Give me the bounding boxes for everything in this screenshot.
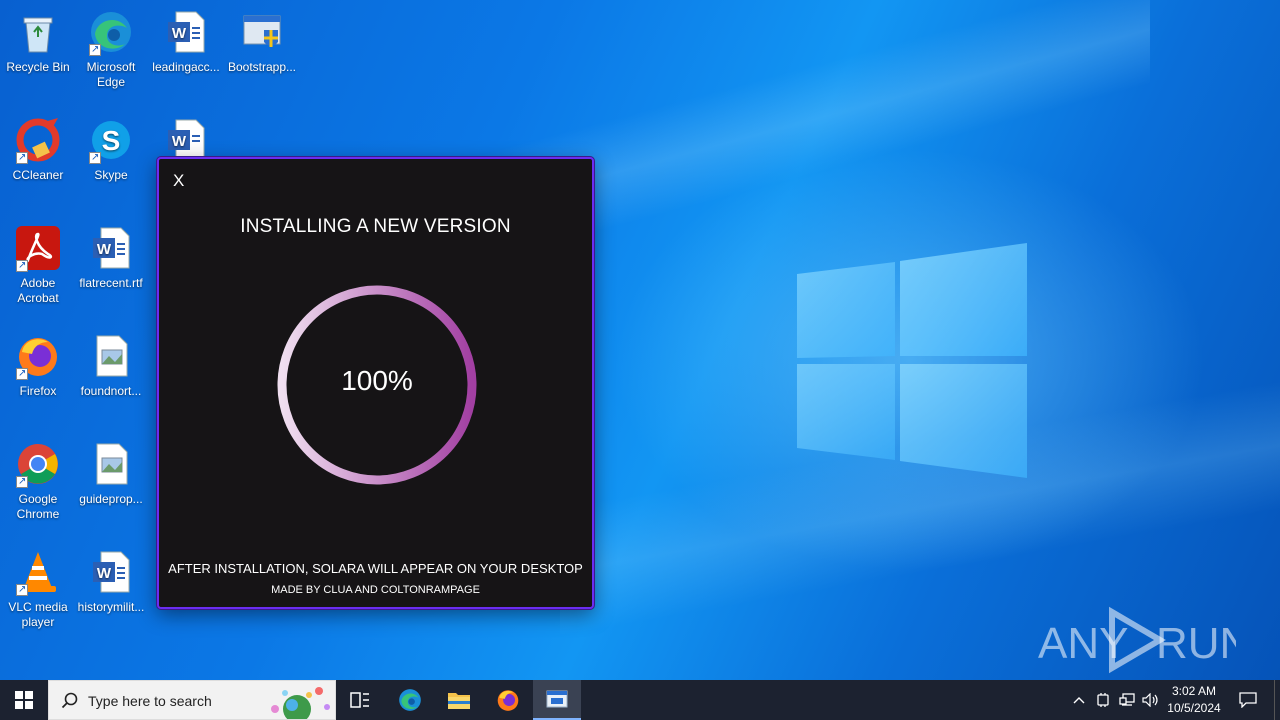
anyrun-watermark: ANY RUN (1038, 606, 1236, 674)
desktop-icon-label: Bootstrapp... (227, 60, 297, 74)
search-icon (61, 692, 78, 709)
windows-start-icon (15, 691, 33, 709)
desktop-icon-label: CCleaner (12, 168, 64, 182)
recycle-bin-icon (14, 8, 62, 56)
search-highlight-illustration (271, 687, 330, 719)
image-file-icon (87, 440, 135, 488)
word-document-icon: W (162, 8, 210, 56)
desktop-icon-edge[interactable]: Microsoft Edge (73, 8, 149, 90)
show-desktop-button[interactable] (1274, 680, 1280, 720)
taskbar: Type here to search 3:02 AM 10/5/2024 (0, 680, 1280, 720)
ccleaner-icon (14, 116, 62, 165)
chevron-up-icon (1073, 697, 1085, 704)
desktop-icon-google-chrome[interactable]: Google Chrome (0, 440, 76, 522)
file-explorer-icon (448, 693, 470, 709)
task-view-button[interactable] (336, 680, 384, 720)
taskbar-firefox-button[interactable] (484, 680, 532, 720)
device-icon (1097, 693, 1109, 707)
task-view-icon (350, 692, 369, 708)
desktop-icon-label: flatrecent.rtf (79, 276, 143, 290)
desktop-icon-recycle-bin[interactable]: Recycle Bin (0, 8, 76, 75)
chrome-icon (14, 440, 62, 489)
svg-text:W: W (172, 25, 187, 42)
desktop-icon-skype[interactable]: S Skype (73, 116, 149, 183)
desktop-icon-label: VLC media player (8, 600, 68, 629)
taskbar-clock[interactable]: 3:02 AM 10/5/2024 (1162, 683, 1226, 717)
installer-dialog: X INSTALLING A NEW VERSION 100% AFTER IN… (157, 157, 594, 609)
taskbar-file-explorer-button[interactable] (435, 680, 483, 720)
desktop-icon-label: guideprop... (79, 492, 143, 506)
edge-icon (87, 8, 135, 57)
progress-percent: 100% (341, 365, 413, 396)
taskbar-installer-window-button[interactable] (533, 680, 581, 720)
windows-logo-wallpaper (797, 243, 1027, 478)
desktop-icon-label: Adobe Acrobat (17, 276, 59, 305)
dialog-title: INSTALLING A NEW VERSION (240, 216, 511, 237)
search-placeholder: Type here to search (88, 693, 212, 709)
taskbar-search-box[interactable]: Type here to search (48, 680, 336, 720)
tray-volume-button[interactable] (1140, 680, 1162, 720)
desktop-icon-label: Firefox (19, 384, 57, 398)
taskbar-edge-button[interactable] (386, 680, 434, 720)
image-file-icon (87, 332, 135, 380)
desktop-icon-foundnort[interactable]: foundnort... (73, 332, 149, 399)
desktop-icon-vlc[interactable]: VLC media player (0, 548, 76, 630)
firefox-icon (14, 332, 62, 381)
desktop-icon-ccleaner[interactable]: CCleaner (0, 116, 76, 183)
desktop-icon-leadingacc[interactable]: W leadingacc... (148, 8, 224, 75)
word-document-icon: W (87, 224, 135, 272)
desktop-icon-label: foundnort... (80, 384, 142, 398)
edge-icon (399, 689, 421, 711)
installer-icon (238, 8, 286, 56)
desktop-icon-adobe-acrobat[interactable]: Adobe Acrobat (0, 224, 76, 306)
acrobat-icon (14, 224, 62, 273)
credits-text: MADE BY CLUA AND COLTONRAMPAGE (271, 584, 480, 596)
svg-text:W: W (97, 241, 112, 258)
action-center-button[interactable] (1234, 680, 1262, 720)
desktop-icon-label: Recycle Bin (6, 60, 70, 74)
svg-text:W: W (97, 565, 112, 582)
desktop-icon-guideprop[interactable]: guideprop... (73, 440, 149, 507)
tray-network-button[interactable] (1116, 680, 1138, 720)
desktop-icon-label: Google Chrome (16, 492, 60, 521)
close-button[interactable]: X (173, 171, 184, 191)
install-note: AFTER INSTALLATION, SOLARA WILL APPEAR O… (168, 561, 583, 576)
firefox-icon (497, 690, 519, 711)
desktop-icon-label: Microsoft Edge (86, 60, 136, 89)
volume-icon (1142, 693, 1158, 707)
start-button[interactable] (0, 680, 48, 720)
network-icon (1119, 693, 1135, 706)
desktop-icon-bootstrapper[interactable]: Bootstrapp... (224, 8, 300, 75)
svg-text:S: S (102, 125, 121, 156)
desktop-icon-label: leadingacc... (152, 60, 220, 74)
clock-time: 3:02 AM (1171, 684, 1217, 698)
desktop-icon-flatrecent[interactable]: W flatrecent.rtf (73, 224, 149, 291)
notification-icon (1239, 692, 1257, 708)
show-hidden-icons-button[interactable] (1068, 680, 1090, 720)
tray-device-button[interactable] (1092, 680, 1114, 720)
desktop: ANY RUN Recycle Bin Microsoft Edge W lea… (0, 0, 1280, 680)
installer-window-icon (546, 690, 568, 708)
desktop-icon-label: Skype (94, 168, 128, 182)
svg-text:W: W (172, 133, 187, 150)
word-document-icon: W (87, 548, 135, 596)
skype-icon: S (87, 116, 135, 165)
desktop-icon-historymilit[interactable]: W historymilit... (73, 548, 149, 615)
desktop-icon-firefox[interactable]: Firefox (0, 332, 76, 399)
clock-date: 10/5/2024 (1167, 701, 1221, 715)
svg-text:RUN: RUN (1156, 619, 1236, 668)
desktop-icon-label: historymilit... (77, 600, 145, 614)
vlc-icon (14, 548, 62, 597)
